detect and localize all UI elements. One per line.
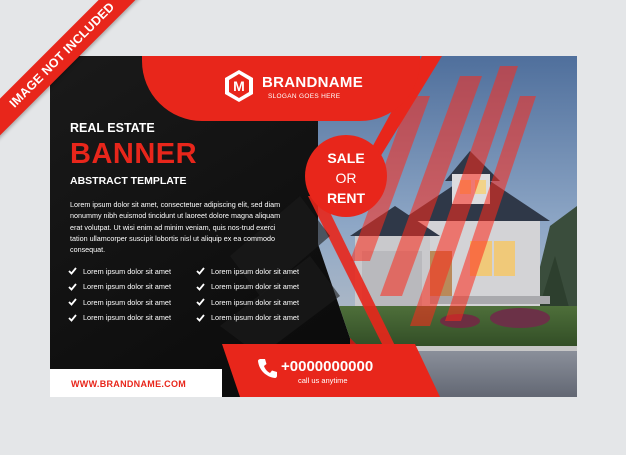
list-item: Lorem ipsum dolor sit amet <box>196 297 324 307</box>
list-item: Lorem ipsum dolor sit amet <box>68 297 196 307</box>
list-item: Lorem ipsum dolor sit amet <box>68 313 196 323</box>
checklist: Lorem ipsum dolor sit amet Lorem ipsum d… <box>68 266 338 323</box>
headline-subtitle: ABSTRACT TEMPLATE <box>70 175 187 187</box>
list-item-label: Lorem ipsum dolor sit amet <box>83 297 172 307</box>
list-item: Lorem ipsum dolor sit amet <box>68 266 196 276</box>
list-item: Lorem ipsum dolor sit amet <box>68 282 196 292</box>
brand-slogan: SLOGAN GOES HERE <box>268 93 341 100</box>
list-item: Lorem ipsum dolor sit amet <box>196 313 324 323</box>
logo-letter: M <box>233 78 245 94</box>
brand-name: BRANDNAME <box>262 74 364 91</box>
hexagon-logo-icon: M <box>225 70 253 102</box>
ribbon-text: IMAGE NOT INCLUDED <box>0 0 157 150</box>
check-icon <box>196 267 205 275</box>
phone-icon <box>258 359 277 378</box>
description-text: Lorem ipsum dolor sit amet, consectetuer… <box>70 200 281 255</box>
list-item: Lorem ipsum dolor sit amet <box>196 282 324 292</box>
list-item-label: Lorem ipsum dolor sit amet <box>83 313 172 322</box>
check-icon <box>196 282 205 291</box>
check-icon <box>196 298 205 306</box>
list-item-label: Lorem ipsum dolor sit amet <box>211 282 300 291</box>
list-item-label: Lorem ipsum dolor sit amet <box>83 282 172 291</box>
check-icon <box>196 313 205 322</box>
check-icon <box>68 313 77 322</box>
phone-number: +0000000000 <box>281 358 374 375</box>
list-item: Lorem ipsum dolor sit amet <box>196 266 324 276</box>
list-item-label: Lorem ipsum dolor sit amet <box>211 313 300 322</box>
list-item-label: Lorem ipsum dolor sit amet <box>211 297 300 307</box>
website-url: WWW.BRANDNAME.COM <box>71 379 187 389</box>
list-item-label: Lorem ipsum dolor sit amet <box>211 266 300 276</box>
badge-line-sale: SALE <box>327 150 365 166</box>
check-icon <box>68 298 77 306</box>
call-us-text: call us anytime <box>298 376 348 385</box>
check-icon <box>68 267 77 275</box>
sale-or-rent-badge: SALE OR RENT <box>305 135 387 217</box>
badge-line-or: OR <box>335 170 357 186</box>
corner-ribbon: IMAGE NOT INCLUDED <box>0 0 160 160</box>
list-item-label: Lorem ipsum dolor sit amet <box>83 266 172 276</box>
badge-line-rent: RENT <box>326 190 366 206</box>
check-icon <box>68 282 77 291</box>
